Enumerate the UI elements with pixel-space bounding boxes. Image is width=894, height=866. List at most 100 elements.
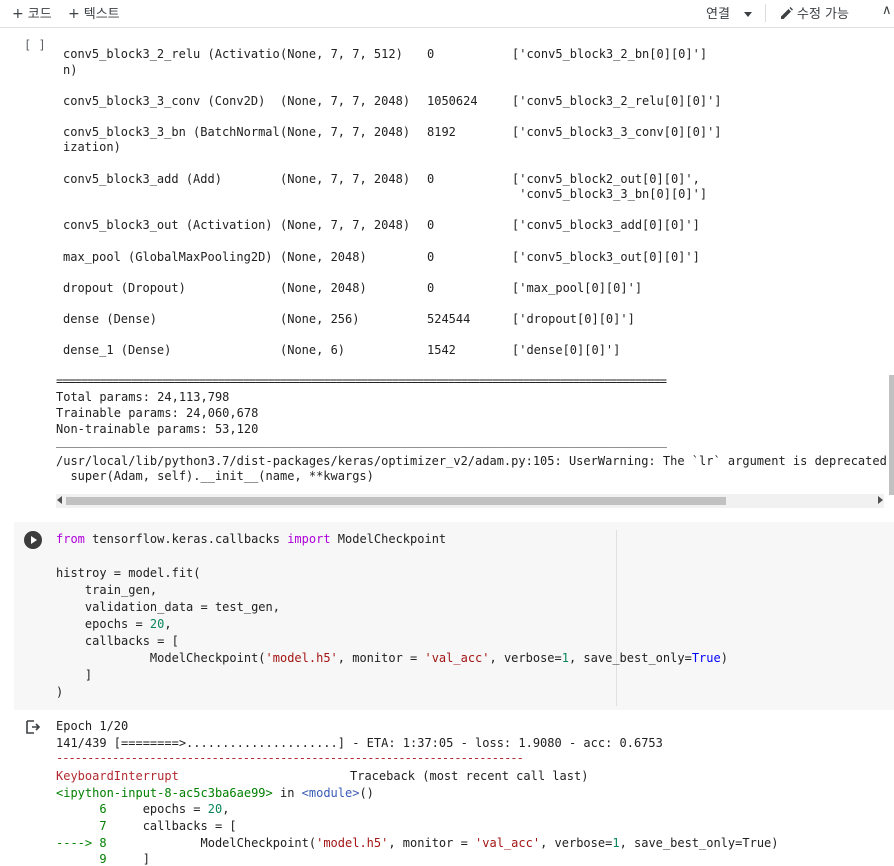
add-text-button[interactable]: + 텍스트 — [68, 3, 120, 22]
code-text: , save_best_only= — [568, 651, 692, 665]
summary-cell: (None, 2048) — [280, 250, 367, 264]
plus-icon: + — [12, 6, 24, 22]
code-text: ] — [106, 852, 150, 866]
code-text: ModelCheckpoint( — [106, 836, 317, 850]
add-code-button[interactable]: + 코드 — [12, 3, 52, 22]
error-header: KeyboardInterrupt Traceback (most recent … — [56, 769, 588, 783]
code-text: , verbose= — [540, 836, 613, 850]
connect-label: 연결 — [706, 7, 730, 22]
summary-cell: dense_1 (Dense) — [63, 343, 172, 357]
traceback-label: Traceback (most recent call last) — [350, 769, 589, 783]
string-literal: 'val_acc' — [475, 836, 541, 850]
summary-cell: ['conv5_block2_out[0][0]', — [512, 172, 700, 186]
code-line: train_gen, — [56, 583, 158, 597]
error-name: KeyboardInterrupt — [56, 769, 179, 783]
summary-cell: ['conv5_block3_out[0][0]'] — [512, 250, 700, 264]
summary-cell: (None, 7, 7, 2048) — [280, 218, 411, 232]
scroll-left-icon[interactable] — [57, 496, 62, 504]
plus-icon: + — [68, 6, 80, 22]
code-text: () — [359, 786, 374, 800]
string-literal: 'val_acc' — [424, 651, 490, 665]
summary-cell: (None, 2048) — [280, 281, 367, 295]
summary-cell: 8192 — [427, 125, 456, 139]
current-line-arrow: ----> 8 — [56, 836, 107, 850]
code-text: tensorflow.keras.callbacks — [84, 532, 288, 546]
number-literal: 20 — [207, 802, 223, 816]
input-ref: <ipython-input-8-ac5c3ba6ae99> — [56, 786, 273, 800]
pencil-icon — [781, 7, 793, 19]
warning-line: /usr/local/lib/python3.7/dist-packages/k… — [56, 454, 894, 468]
keyword: from — [56, 532, 85, 546]
run-cell-icon[interactable] — [24, 531, 42, 549]
model-summary-output: conv5_block3_2_relu (Activatio (None, 7,… — [56, 30, 894, 492]
code-cell[interactable]: from tensorflow.keras.callbacks import M… — [14, 522, 894, 710]
add-code-label: 코드 — [27, 7, 52, 22]
code-line: ModelCheckpoint('model.h5', monitor = 'v… — [56, 651, 728, 665]
summary-cell: 0 — [427, 281, 435, 295]
string-literal: 'model.h5' — [316, 836, 389, 850]
collapse-icon[interactable]: ∧ — [882, 3, 892, 18]
summary-cell: conv5_block3_3_conv (Conv2D) — [63, 94, 266, 108]
training-output: Epoch 1/20 141/439 [========>...........… — [56, 718, 894, 866]
code-line: callbacks = [ — [56, 634, 179, 648]
summary-cell: ization) — [63, 140, 121, 154]
number-literal: 20 — [149, 617, 165, 631]
summary-cell: (None, 256) — [280, 312, 360, 326]
summary-cell: max_pool (GlobalMaxPooling2D) — [63, 250, 273, 264]
code-text: ModelCheckpoint — [330, 532, 447, 546]
summary-cell: (None, 7, 7, 2048) — [280, 172, 411, 186]
output-menu-icon[interactable] — [26, 720, 40, 734]
code-line: epochs = 20, — [56, 617, 172, 631]
summary-cell: 0 — [427, 250, 435, 264]
code-text: , — [164, 617, 172, 631]
code-text: , save_best_only=True) — [619, 836, 779, 850]
traceback-line: 6 epochs = 20, — [56, 802, 229, 816]
scrollbar-thumb[interactable] — [66, 497, 726, 505]
number-literal: 1 — [612, 836, 620, 850]
edit-mode-button[interactable]: 수정 가능 — [780, 3, 849, 22]
code-line: histroy = model.fit( — [56, 566, 201, 580]
summary-cell: (None, 7, 7, 2048) — [280, 125, 411, 139]
summary-cell: 0 — [427, 172, 435, 186]
summary-cell: 1050624 — [427, 94, 478, 108]
add-text-label: 텍스트 — [83, 7, 120, 22]
summary-cell: (None, 6) — [280, 343, 346, 357]
summary-cell: ['conv5_block3_3_conv[0][0]'] — [512, 125, 722, 139]
line-number: 7 — [56, 819, 107, 833]
summary-cell: ['conv5_block3_2_bn[0][0]'] — [512, 47, 708, 61]
constant-literal: True — [691, 651, 721, 665]
summary-cell: ['dropout[0][0]'] — [512, 312, 635, 326]
traceback-line: ----> 8 ModelCheckpoint('model.h5', moni… — [56, 836, 779, 850]
code-text: , monitor = — [337, 651, 425, 665]
string-literal: 'model.h5' — [265, 651, 338, 665]
summary-cell: ['conv5_block3_add[0][0]'] — [512, 218, 700, 232]
summary-cell: (None, 7, 7, 2048) — [280, 94, 411, 108]
code-text: epochs = — [106, 802, 208, 816]
separator-line: ________________________________________… — [56, 434, 667, 448]
summary-cell: conv5_block3_2_relu (Activatio — [63, 47, 280, 61]
summary-cell: 0 — [427, 47, 435, 61]
notebook-toolbar: + 코드 + 텍스트 연결 수정 가능 ∧ — [0, 0, 894, 28]
summary-cell: 524544 — [427, 312, 471, 326]
traceback-line: 9 ] — [56, 852, 150, 866]
line-number: 9 — [56, 852, 107, 866]
trainable-params: Trainable params: 24,060,678 — [56, 406, 259, 420]
code-text: , — [222, 802, 230, 816]
scroll-right-icon[interactable] — [878, 496, 883, 504]
code-text: ) — [720, 651, 728, 665]
cell-run-bracket[interactable]: [ ] — [24, 38, 46, 52]
summary-cell: ['dense[0][0]'] — [512, 343, 621, 357]
chevron-down-icon[interactable] — [743, 12, 752, 17]
summary-cell: conv5_block3_add (Add) — [63, 172, 222, 186]
number-literal: 1 — [561, 651, 569, 665]
code-text: callbacks = [ — [106, 819, 237, 833]
connect-button[interactable]: 연결 — [706, 3, 752, 22]
summary-cell: ['conv5_block3_2_relu[0][0]'] — [512, 94, 722, 108]
code-text: , verbose= — [489, 651, 562, 665]
horizontal-scrollbar[interactable] — [56, 494, 884, 508]
vertical-scrollbar-thumb[interactable] — [889, 375, 894, 495]
traceback-location: <ipython-input-8-ac5c3ba6ae99> in <modul… — [56, 786, 374, 800]
code-line: from tensorflow.keras.callbacks import M… — [56, 532, 446, 546]
summary-cell: (None, 7, 7, 512) — [280, 47, 403, 61]
code-line: validation_data = test_gen, — [56, 600, 280, 614]
